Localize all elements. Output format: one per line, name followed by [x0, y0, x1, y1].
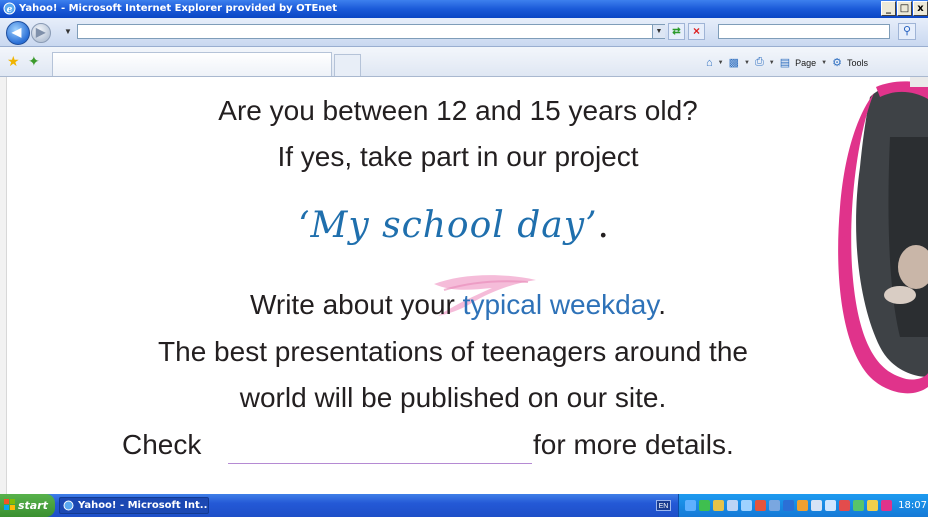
tray-icon-msn[interactable] — [699, 500, 710, 511]
writing-prompt-period: . — [658, 289, 667, 320]
back-arrow-icon: ◀ — [12, 25, 22, 39]
tray-icon-volume[interactable] — [825, 500, 836, 511]
tray-icon-power[interactable] — [881, 500, 892, 511]
check-label: Check — [122, 429, 202, 460]
tray-icon-display[interactable] — [769, 500, 780, 511]
details-label: for more details. — [533, 429, 734, 460]
project-invitation: If yes, take part in our project — [277, 141, 639, 172]
tray-icon-network[interactable] — [685, 500, 696, 511]
page-dropdown-icon[interactable]: ▼ — [821, 60, 827, 66]
project-title: ‘My school day’. — [0, 205, 908, 246]
fill-in-blank-line — [228, 463, 532, 464]
tools-gear-icon: ⚙ — [832, 57, 842, 69]
maximize-button[interactable]: □ — [897, 1, 912, 16]
back-button[interactable]: ◀ — [6, 21, 30, 45]
system-tray: 18:07 — [678, 494, 928, 517]
tray-icon-bluetooth[interactable] — [783, 500, 794, 511]
feeds-icon[interactable]: ▩ — [729, 56, 739, 69]
ie-logo-icon: e — [3, 2, 16, 15]
tray-icon-shield[interactable] — [839, 500, 850, 511]
decorative-photo-frame — [838, 77, 928, 394]
command-bar: ★ ✦ ⌂ ▼ ▩ ▼ ⎙ ▼ ▤ Page ▼ ⚙ Tools — [0, 47, 928, 77]
refresh-icon: ⇄ — [672, 26, 681, 37]
title-bar[interactable]: e Yahoo! - Microsoft Internet Explorer p… — [0, 0, 928, 18]
project-title-text: ‘My school day’ — [298, 205, 598, 246]
tray-icon-media[interactable] — [797, 500, 808, 511]
page-content: Are you between 12 and 15 years old? If … — [0, 77, 928, 494]
writing-prompt-text: Write about your — [249, 289, 463, 320]
age-question: Are you between 12 and 15 years old? — [218, 95, 698, 126]
home-dropdown-icon[interactable]: ▼ — [718, 60, 724, 66]
address-input[interactable] — [77, 24, 665, 39]
windows-flag-icon — [4, 499, 15, 510]
search-icon: ⚲ — [902, 25, 912, 37]
minimize-button[interactable]: _ — [881, 1, 896, 16]
print-dropdown-icon[interactable]: ▼ — [769, 60, 775, 66]
page-icon: ▤ — [779, 57, 791, 69]
tray-icon-printer[interactable] — [811, 500, 822, 511]
refresh-button[interactable]: ⇄ — [668, 23, 685, 40]
address-dropdown-icon[interactable]: ▼ — [652, 25, 665, 38]
publication-note-line2: world will be published on our site. — [239, 382, 667, 413]
tray-icon-sync[interactable] — [853, 500, 864, 511]
publication-note-line1: The best presentations of teenagers arou… — [158, 336, 748, 367]
search-button[interactable]: ⚲ — [898, 23, 916, 40]
tray-icon-antivirus[interactable] — [755, 500, 766, 511]
search-input[interactable] — [718, 24, 890, 39]
start-label: start — [18, 499, 48, 512]
stop-icon: × — [692, 24, 700, 38]
project-title-period: . — [597, 205, 610, 246]
print-icon[interactable]: ⎙ — [755, 56, 764, 69]
tray-icon-security[interactable] — [713, 500, 724, 511]
tray-icon-alert[interactable] — [867, 500, 878, 511]
forward-button[interactable]: ▶ — [31, 23, 51, 43]
clock[interactable]: 18:07 — [898, 494, 927, 517]
start-button[interactable]: start — [0, 494, 55, 517]
page-menu[interactable]: Page — [795, 58, 816, 68]
writing-prompt: Write about your typical weekday. — [8, 289, 908, 321]
left-frame-edge — [0, 77, 7, 494]
taskbar-item-label: Yahoo! - Microsoft Int... — [78, 500, 209, 511]
add-favorite-icon[interactable]: ✦ — [28, 54, 40, 68]
typical-weekday-highlight: typical weekday — [462, 289, 659, 320]
language-indicator[interactable]: EN — [656, 500, 671, 511]
taskbar: start Yahoo! - Microsoft Int... EN 18:07 — [0, 494, 928, 517]
taskbar-item-ie[interactable]: Yahoo! - Microsoft Int... — [59, 497, 209, 514]
new-tab-button[interactable] — [334, 54, 361, 76]
history-dropdown-icon[interactable]: ▼ — [64, 27, 72, 36]
feeds-dropdown-icon[interactable]: ▼ — [744, 60, 750, 66]
address-toolbar: ◀ ▶ ▼ ▼ ⇄ × ⚲ — [0, 18, 928, 47]
active-tab[interactable] — [52, 52, 332, 76]
tray-icon-sound[interactable] — [727, 500, 738, 511]
ie-logo-icon — [63, 500, 74, 511]
home-icon[interactable]: ⌂ — [706, 57, 713, 69]
tools-menu[interactable]: Tools — [847, 58, 868, 68]
favorites-star-icon[interactable]: ★ — [7, 54, 20, 68]
window-title: Yahoo! - Microsoft Internet Explorer pro… — [19, 3, 337, 14]
tray-icon-update[interactable] — [741, 500, 752, 511]
stop-button[interactable]: × — [688, 23, 705, 40]
close-button[interactable]: x — [913, 1, 928, 16]
svg-text:e: e — [7, 5, 13, 15]
forward-arrow-icon: ▶ — [36, 25, 46, 39]
